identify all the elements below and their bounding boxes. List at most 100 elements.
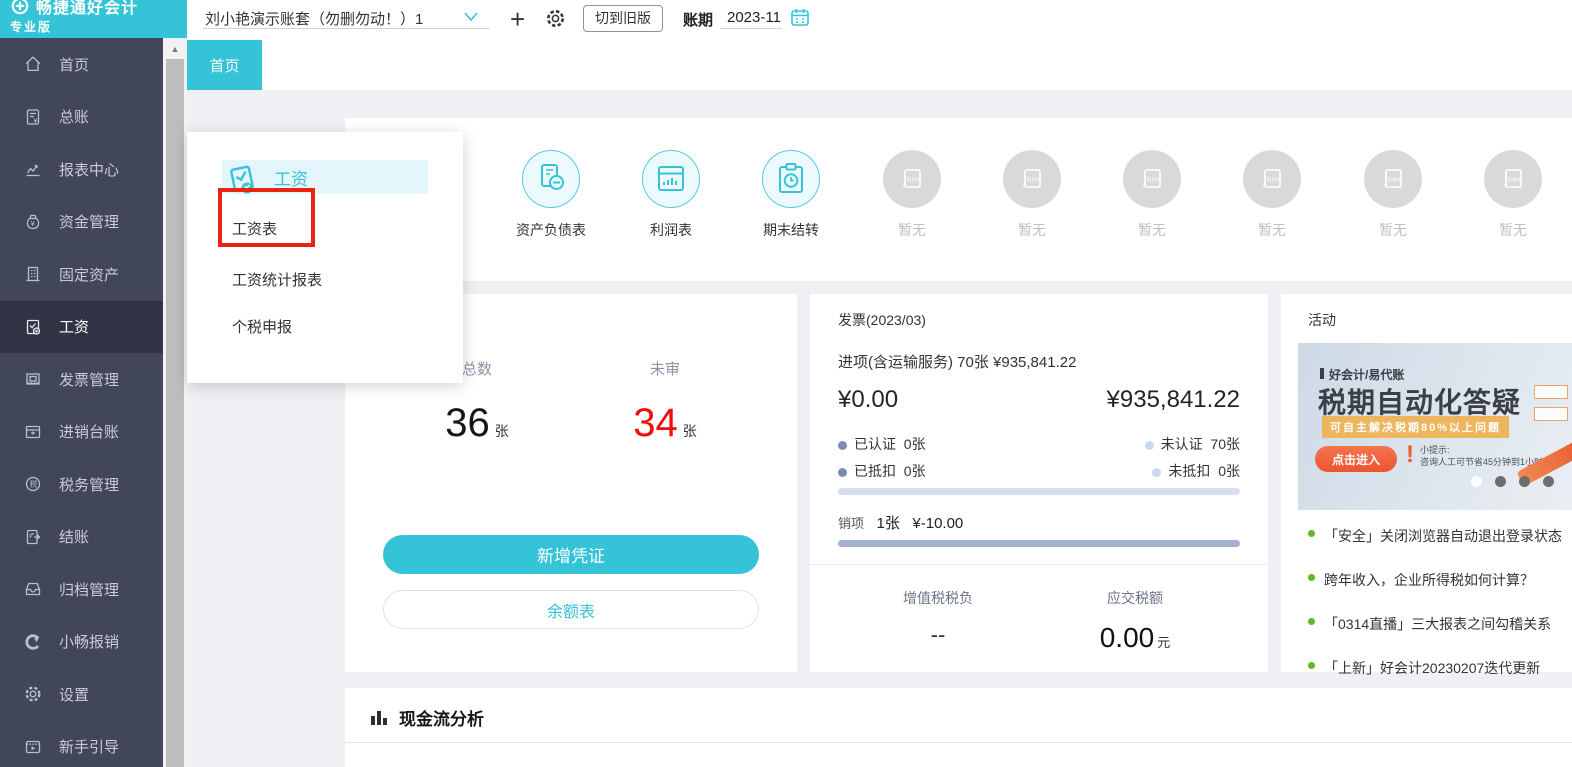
scrollbar-up-arrow-icon[interactable]: ▲	[163, 40, 187, 58]
carousel-dot[interactable]	[1471, 476, 1482, 487]
shortcut-label: 利润表	[650, 222, 692, 238]
shortcut-placeholder: icon 暂无	[1097, 150, 1207, 240]
shortcut-label: 暂无	[1018, 222, 1046, 238]
shortcut-placeholder: icon 暂无	[1458, 150, 1568, 240]
popup-item-personal-tax-filing[interactable]: 个税申报	[232, 316, 292, 337]
svg-text:icon: icon	[1027, 177, 1040, 184]
shortcut-placeholder: icon 暂无	[977, 150, 1087, 240]
cashflow-divider	[345, 742, 1572, 743]
period-value[interactable]: 2023-11	[727, 9, 781, 26]
sidebar-item-label: 发票管理	[59, 371, 120, 389]
sidebar: 首页 ¥ 总账 报表中心 ¥ 资金管理 固定资产 工资 发票管理 进销台账税 税务管理 ¥ 结账 归档管理…	[0, 38, 163, 767]
balance-icon	[522, 150, 580, 208]
svg-text:icon: icon	[1147, 177, 1160, 184]
voucher-total-value: 36 张	[445, 401, 509, 445]
sidebar-item-report-center[interactable]: 报表中心	[0, 143, 163, 196]
income-icon	[642, 150, 700, 208]
salary-popup-menu: 工资 工资表 工资统计报表 个税申报	[187, 132, 463, 383]
balance-table-button[interactable]: 余额表	[383, 590, 759, 629]
carousel-dot[interactable]	[1519, 476, 1530, 487]
sidebar-item-label: 结账	[59, 529, 90, 547]
salary-icon	[226, 163, 260, 197]
scrollbar-thumb[interactable]	[166, 59, 184, 767]
tax-due-stat: 应交税额 0.00 元	[1075, 588, 1195, 654]
shortcut-label: 暂无	[1499, 222, 1527, 238]
sidebar-item-xiaochang-reimburse[interactable]: 小畅报销	[0, 616, 163, 669]
shortcut-label: 暂无	[1258, 222, 1286, 238]
invoice-input-line: 进项(含运输服务) 70张 ¥935,841.22	[838, 354, 1077, 371]
news-item[interactable]: 「上新」好会计20230207迭代更新	[1308, 658, 1562, 678]
banner-subtitle: 可自主解决税期80%以上问题	[1322, 416, 1510, 438]
report-icon	[23, 159, 43, 179]
popup-header-salary[interactable]: 工资	[222, 160, 428, 194]
sidebar-item-label: 归档管理	[59, 581, 120, 599]
sidebar-item-settings[interactable]: 设置	[0, 668, 163, 721]
sidebar-item-closing[interactable]: ¥ 结账	[0, 511, 163, 564]
sidebar-item-invoice-management[interactable]: 发票管理	[0, 353, 163, 406]
sidebar-item-salary[interactable]: 工资	[0, 300, 163, 353]
sidebar-item-fund-management[interactable]: ¥ 资金管理	[0, 196, 163, 249]
news-item[interactable]: 「0314直播」三大报表之间勾稽关系	[1308, 614, 1562, 634]
shortcut-balance[interactable]: 资产负债表	[496, 150, 606, 240]
shortcut-placeholder: icon 暂无	[857, 150, 967, 240]
svg-text:icon: icon	[1267, 177, 1280, 184]
sidebar-scrollbar[interactable]: ▲	[163, 40, 187, 767]
placeholder-icon: icon	[883, 150, 941, 208]
sidebar-item-archive-management[interactable]: 归档管理	[0, 563, 163, 616]
vat-burden-stat: 增值税税负 --	[878, 588, 998, 648]
output-progress-bar	[838, 540, 1240, 547]
popup-item-salary-stats-report[interactable]: 工资统计报表	[232, 269, 322, 290]
shortcut-carryover[interactable]: 期末结转	[736, 150, 846, 240]
add-account-button[interactable]: +	[510, 1, 525, 37]
legend-certified: 已认证 0张	[838, 434, 926, 454]
light-dot-icon	[1152, 468, 1162, 477]
light-dot-icon	[1144, 441, 1154, 450]
activity-title: 活动	[1308, 312, 1336, 328]
sidebar-item-general-ledger[interactable]: ¥ 总账	[0, 91, 163, 144]
invoice-output-line: 销项 1张 ¥-10.00	[838, 515, 964, 532]
banner-enter-button[interactable]: 点击进入	[1315, 446, 1397, 472]
legend-undeducted: 未抵扣 0张	[1152, 461, 1240, 481]
news-item[interactable]: 「安全」关闭浏览器自动退出登录状态	[1308, 526, 1562, 546]
svg-text:icon: icon	[1388, 177, 1401, 184]
input-progress-bar	[838, 488, 1240, 495]
carousel-dot[interactable]	[1495, 476, 1506, 487]
add-voucher-button[interactable]: 新增凭证	[383, 535, 759, 574]
chevron-down-icon[interactable]	[463, 10, 479, 28]
shortcut-label: 暂无	[1138, 222, 1166, 238]
sidebar-item-label: 资金管理	[59, 214, 120, 232]
shortcut-income[interactable]: 利润表	[616, 150, 726, 240]
placeholder-icon: icon	[1003, 150, 1061, 208]
ledger-icon: ¥	[23, 107, 43, 127]
voucher-unreviewed-label: 未审	[649, 361, 680, 378]
green-dot-icon	[1308, 662, 1315, 669]
sidebar-item-fixed-assets[interactable]: 固定资产	[0, 248, 163, 301]
sidebar-item-label: 首页	[59, 56, 90, 74]
account-selector[interactable]: 刘小艳演示账套（勿删勿动！）1	[205, 8, 423, 29]
sidebar-item-beginner-guide[interactable]: 新手引导	[0, 721, 163, 767]
news-item-text: 跨年收入，企业所得税如何计算？	[1324, 572, 1534, 588]
sidebar-item-purchase-sales[interactable]: 进销台账	[0, 406, 163, 459]
shortcut-placeholder: icon 暂无	[1338, 150, 1448, 240]
switch-old-version-button[interactable]: 切到旧版	[583, 5, 663, 32]
gear-icon[interactable]	[545, 8, 566, 34]
invoice-uncertified-amount: ¥935,841.22	[1106, 386, 1240, 413]
shortcut-placeholder: icon 暂无	[1217, 150, 1327, 240]
sidebar-item-label: 税务管理	[59, 476, 120, 494]
placeholder-icon: icon	[1484, 150, 1542, 208]
sidebar-item-home[interactable]: 首页	[0, 38, 163, 91]
svg-text:icon: icon	[907, 177, 920, 184]
calendar-icon[interactable]	[790, 7, 810, 32]
carousel-dot[interactable]	[1543, 476, 1554, 487]
popup-header-label: 工资	[274, 169, 308, 189]
brand-logo: 畅捷通好会计 专业版	[0, 0, 187, 38]
brand-logo-icon	[11, 0, 29, 15]
placeholder-icon: icon	[1123, 150, 1181, 208]
reimburse-icon	[23, 632, 43, 652]
promo-banner[interactable]: 好会计/易代账 税期自动化答疑 可自主解决税期80%以上问题 点击进入 ! 小提…	[1298, 343, 1572, 510]
tab-home[interactable]: 首页	[187, 40, 262, 90]
news-item[interactable]: 跨年收入，企业所得税如何计算？	[1308, 570, 1562, 590]
popup-item-salary-table[interactable]: 工资表	[232, 218, 277, 239]
sidebar-item-label: 固定资产	[59, 266, 120, 284]
sidebar-item-tax-management[interactable]: 税 税务管理	[0, 458, 163, 511]
